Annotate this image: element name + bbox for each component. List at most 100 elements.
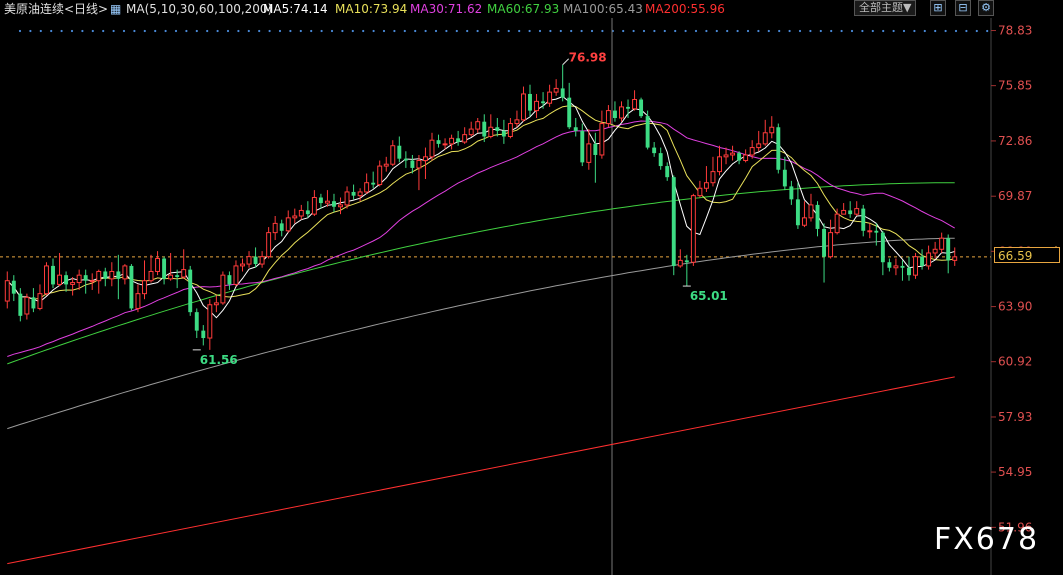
grid-icon[interactable]: ⊞ (930, 0, 946, 16)
candle-body (907, 267, 911, 276)
event-marker-dot (206, 29, 209, 33)
candlestick-chart[interactable]: 78.8375.8572.8669.8766.8963.9060.9257.93… (0, 0, 1063, 575)
candle-body (730, 152, 736, 156)
candle-body (893, 265, 899, 269)
candle-body (782, 169, 787, 187)
candle-body (83, 275, 88, 281)
candle-body (703, 182, 709, 189)
zoom-out-icon[interactable]: ⊟ (955, 0, 971, 16)
y-axis-tick-label: 78.83 (998, 24, 1032, 38)
candle-body (586, 143, 592, 163)
candle-body (109, 270, 115, 280)
candle-body (671, 177, 676, 266)
event-marker-dot (570, 29, 573, 33)
candle-body (848, 210, 853, 215)
high-annotation: 76.98 (569, 51, 607, 65)
ma200-line (7, 376, 955, 565)
candle-body (749, 147, 755, 156)
event-marker-dot (164, 29, 167, 33)
event-marker-dot (507, 29, 510, 33)
event-marker-dot (455, 29, 458, 33)
symbol-title: 美原油连续<日线> (4, 2, 109, 16)
event-marker-dot (965, 29, 968, 33)
candle-body (808, 204, 814, 219)
event-marker-dot (788, 29, 791, 33)
event-marker-dot (185, 29, 188, 33)
event-marker-dot (382, 29, 386, 33)
candle-body (946, 238, 951, 261)
event-marker-dot (861, 29, 864, 33)
candle-body (867, 230, 873, 233)
event-marker-dot (902, 29, 906, 33)
event-marker-dot (736, 29, 739, 33)
event-marker-dot (715, 29, 718, 33)
y-axis-tick-label: 60.92 (998, 355, 1032, 369)
event-marker-dot (871, 29, 874, 33)
y-axis-tick-label: 72.86 (998, 134, 1032, 148)
candle-body (279, 223, 284, 231)
candle-body (861, 208, 866, 231)
candle-body (514, 119, 520, 125)
y-axis-tick-label: 69.87 (998, 189, 1032, 203)
candle-body (495, 127, 500, 131)
candle-body (841, 209, 847, 215)
theme-dropdown[interactable]: 全部主题▼ (854, 0, 917, 16)
candle-body (148, 270, 154, 282)
candle-body (789, 186, 794, 200)
event-marker-dot (830, 29, 833, 33)
event-marker-dot (726, 29, 729, 33)
candle-body (854, 208, 860, 215)
candle-body (488, 126, 494, 137)
event-marker-dot (445, 29, 448, 33)
candle-body (4, 280, 10, 302)
candle-body (658, 153, 663, 167)
candle-body (168, 274, 174, 280)
candle-body (285, 217, 291, 232)
event-marker-dot (622, 29, 625, 33)
event-marker-dot (663, 29, 666, 33)
event-marker-dot (424, 29, 427, 33)
ma-indicator-icon[interactable]: ▦ (110, 0, 121, 18)
candle-body (259, 256, 265, 265)
candle-body (593, 143, 598, 155)
candle-body (397, 145, 402, 159)
candle-body (501, 130, 506, 137)
event-marker-dot (518, 29, 521, 33)
candle-body (684, 260, 689, 263)
settings-icon[interactable]: ⚙ (978, 0, 994, 16)
candle-body (351, 191, 356, 196)
ma200-value: MA200:55.96 (645, 2, 725, 16)
event-marker-dot (122, 29, 126, 33)
event-marker-dot (580, 29, 583, 33)
candle-body (560, 88, 565, 98)
y-axis-tick-label: 54.95 (998, 465, 1032, 479)
candle-body (762, 132, 768, 145)
candle-body (142, 280, 147, 295)
candle-body (468, 128, 474, 136)
candle-body (932, 248, 938, 254)
candle-body (116, 271, 121, 279)
low-annotation: 61.56 (200, 353, 238, 367)
candle-body (403, 158, 408, 161)
event-marker-dot (705, 29, 708, 33)
candle-body (652, 147, 657, 154)
candle-body (240, 263, 245, 267)
candle-body (456, 138, 461, 143)
candle-body (677, 259, 683, 267)
event-marker-dot (226, 29, 230, 33)
candle-body (318, 197, 323, 204)
candle-body (103, 271, 108, 279)
event-marker-dot (746, 29, 750, 33)
candle-body (37, 293, 43, 309)
event-marker-dot (819, 29, 822, 33)
event-marker-dot (403, 29, 406, 33)
candle-body (743, 154, 749, 162)
event-marker-dot (29, 29, 32, 33)
event-marker-dot (195, 29, 198, 33)
candle-body (632, 99, 638, 110)
event-marker-dot (299, 29, 302, 33)
event-marker-dot (497, 29, 500, 33)
candle-body (619, 106, 624, 119)
candle-body (737, 153, 742, 161)
candle-body (952, 256, 958, 261)
